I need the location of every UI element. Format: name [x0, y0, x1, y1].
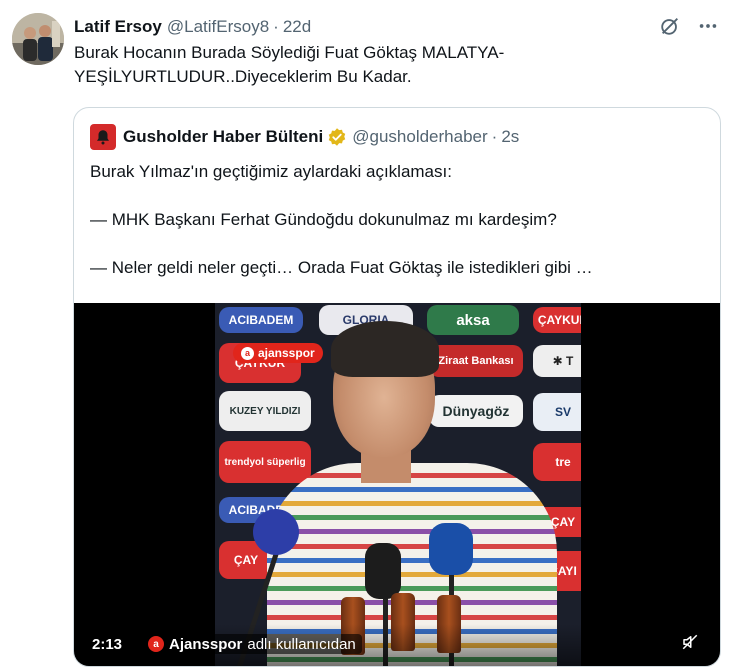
slashed-circle-icon — [661, 18, 678, 35]
microphone — [253, 509, 299, 555]
author-name[interactable]: Latif Ersoy — [74, 17, 162, 37]
mute-button[interactable] — [678, 630, 702, 654]
author-handle[interactable]: @LatifErsoy8 — [167, 17, 269, 37]
quote-author-handle[interactable]: @gusholderhaber — [352, 127, 487, 147]
sponsor-logo: ÇAYKUR — [533, 307, 581, 333]
channel-watermark: a ajansspor — [233, 343, 323, 363]
tweet-top-actions — [658, 14, 720, 38]
video-player[interactable]: ACIBADEM GLORIA aksa ÇAYKUR ÇAYKUR Ziraa… — [74, 303, 720, 666]
quote-header: Gusholder Haber Bülteni @gusholderhaber … — [90, 124, 519, 150]
tweet-time[interactable]: 22d — [283, 17, 311, 37]
quote-time[interactable]: 2s — [501, 127, 519, 147]
tweet-text: Burak Hocanın Burada Söylediği Fuat Gökt… — [74, 43, 505, 86]
microphone — [365, 543, 401, 599]
sponsor-logo: trendyol süperlig — [219, 441, 311, 483]
sponsor-logo: ACIBADEM — [219, 307, 303, 333]
sponsor-logo: aksa — [427, 305, 519, 335]
video-source-name: Ajansspor — [169, 635, 243, 653]
sponsor-logo: SV — [533, 393, 581, 431]
more-horizontal-icon — [699, 24, 717, 28]
sponsor-logo: tre — [533, 443, 581, 481]
sponsor-logo: KUZEY YILDIZI — [219, 391, 311, 431]
muted-speaker-icon — [682, 634, 698, 650]
quote-avatar[interactable] — [90, 124, 116, 150]
ajansspor-logo-icon: a — [148, 636, 164, 652]
quote-text: Burak Yılmaz'ın geçtiğimiz aylardaki açı… — [90, 160, 706, 280]
bell-icon — [97, 130, 109, 145]
separator-dot: · — [273, 17, 279, 36]
tweet-header: Latif Ersoy @LatifErsoy8 · 22d — [74, 15, 311, 39]
quote-author-name[interactable]: Gusholder Haber Bülteni — [123, 127, 323, 147]
verified-badge-icon — [327, 127, 347, 147]
ajansspor-logo-icon: a — [241, 346, 254, 360]
speaker-hair — [331, 321, 439, 377]
sponsor-logo: Dünyagöz — [429, 395, 523, 427]
avatar-photo — [12, 13, 64, 65]
quote-line: — Neler geldi neler geçti… Orada Fuat Gö… — [90, 258, 593, 277]
grok-button[interactable] — [658, 14, 682, 38]
sponsor-logo: Ziraat Bankası — [429, 345, 523, 377]
microphone — [429, 523, 473, 575]
watermark-text: ajansspor — [258, 346, 315, 360]
sponsor-logo: ✱ T — [533, 345, 581, 377]
quote-line: — MHK Başkanı Ferhat Gündoğdu dokunulmaz… — [90, 210, 557, 229]
video-duration: 2:13 — [88, 634, 127, 654]
quoted-tweet[interactable]: Gusholder Haber Bülteni @gusholderhaber … — [73, 107, 721, 667]
video-source-suffix: adlı kullanıcıdan — [247, 635, 356, 653]
quote-separator-dot: · — [491, 127, 498, 146]
tweet[interactable]: Latif Ersoy @LatifErsoy8 · 22d Burak Hoc… — [0, 0, 732, 668]
video-source[interactable]: a Ajansspor adlı kullanıcıdan — [142, 634, 362, 654]
video-frame: ACIBADEM GLORIA aksa ÇAYKUR ÇAYKUR Ziraa… — [215, 303, 581, 666]
more-button[interactable] — [696, 14, 720, 38]
quote-line: Burak Yılmaz'ın geçtiğimiz aylardaki açı… — [90, 162, 452, 181]
author-avatar[interactable] — [12, 13, 64, 65]
